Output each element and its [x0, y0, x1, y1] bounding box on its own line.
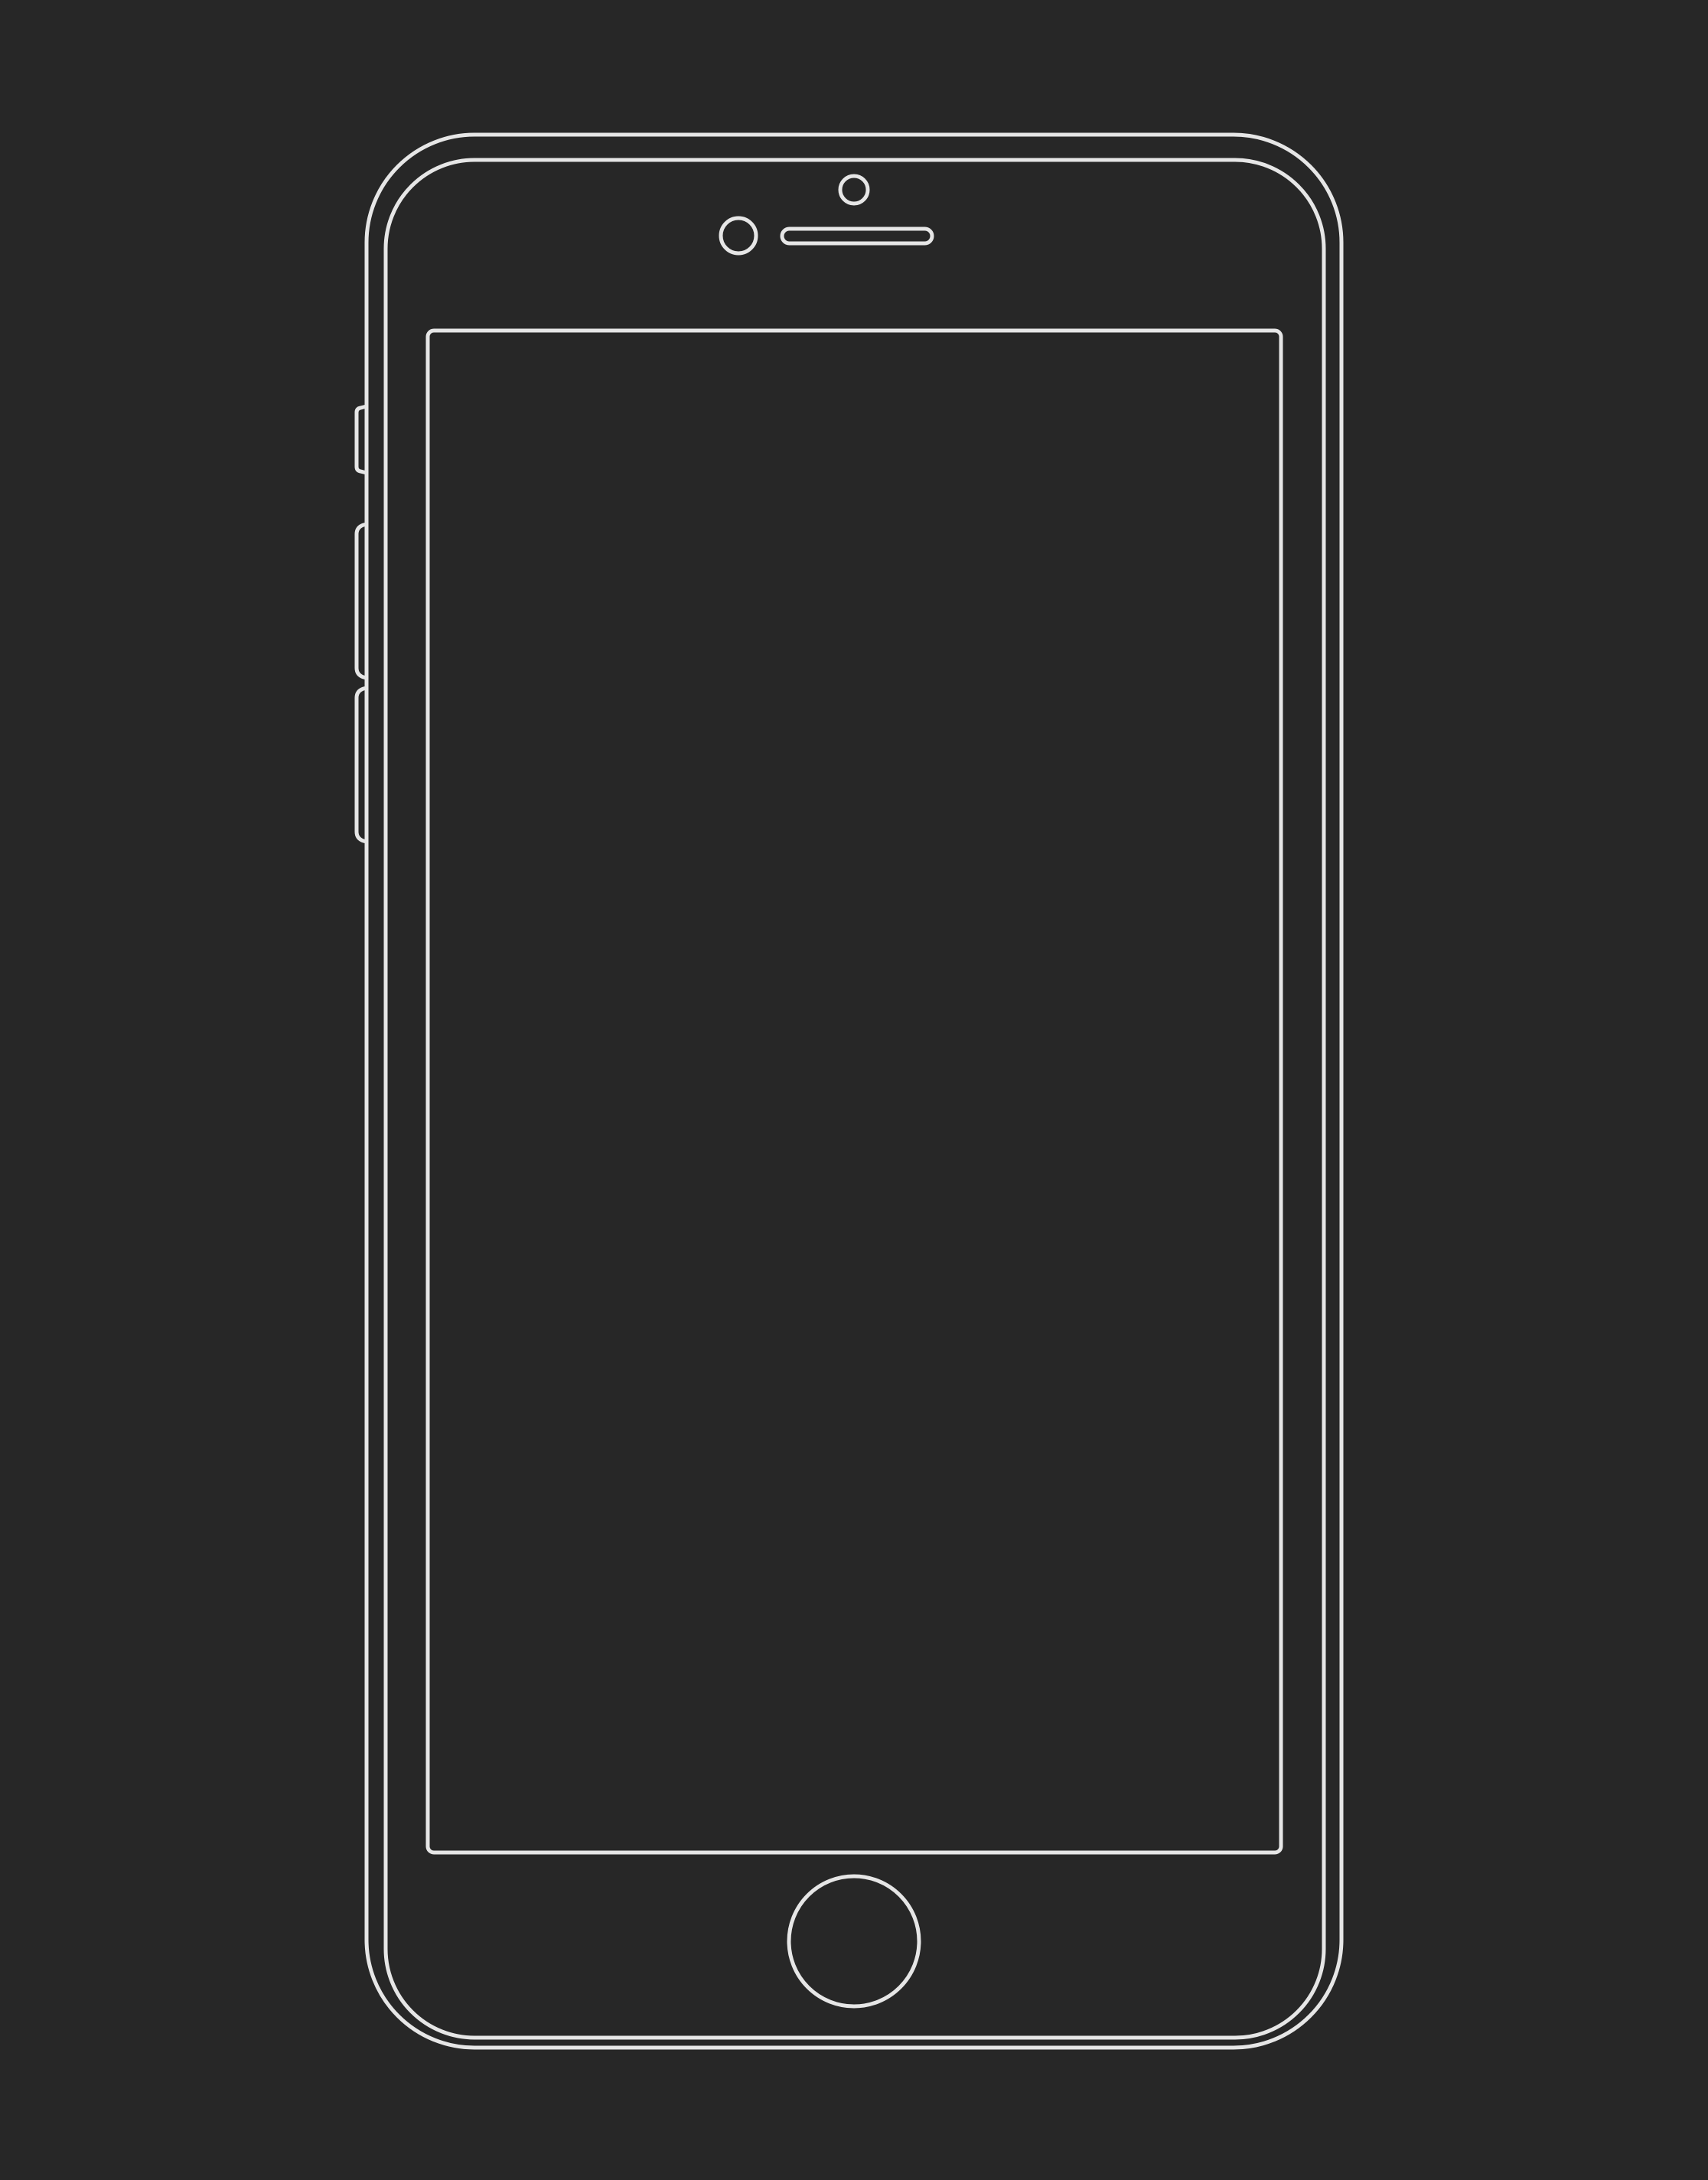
phone-outline-icon	[0, 0, 1708, 2180]
phone-mockup-canvas	[0, 0, 1708, 2180]
